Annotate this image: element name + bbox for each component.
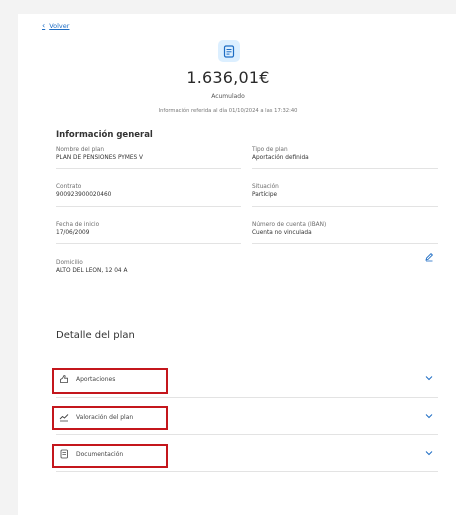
field-address: Domicilio ALTO DEL LEON, 12 04 A bbox=[56, 260, 127, 274]
chevron-down-icon bbox=[425, 414, 433, 419]
field-start-date: Fecha de inicio 17/06/2009 bbox=[56, 222, 99, 236]
field-label: Situación bbox=[252, 184, 279, 190]
field-value: Cuenta no vinculada bbox=[252, 230, 312, 236]
divider bbox=[252, 243, 438, 244]
accumulated-label: Acumulado bbox=[211, 93, 245, 100]
general-info-title: Información general bbox=[56, 130, 153, 140]
chevron-down-icon bbox=[425, 376, 433, 381]
plan-document-icon bbox=[218, 40, 240, 62]
divider bbox=[56, 397, 438, 398]
field-value: ALTO DEL LEON, 12 04 A bbox=[56, 268, 128, 274]
highlight-box-documentation bbox=[52, 444, 168, 468]
field-label: Número de cuenta (IBAN) bbox=[252, 222, 327, 228]
chevron-down-icon bbox=[425, 451, 433, 456]
field-label: Tipo de plan bbox=[252, 147, 288, 153]
field-label: Contrato bbox=[56, 184, 82, 190]
plan-detail-title: Detalle del plan bbox=[56, 330, 135, 341]
field-iban: Número de cuenta (IBAN) Cuenta no vincul… bbox=[252, 222, 326, 236]
field-status: Situación Partícipe bbox=[252, 184, 279, 198]
divider bbox=[56, 243, 241, 244]
field-label: Fecha de inicio bbox=[56, 222, 100, 228]
back-link[interactable]: ‹ Volver bbox=[42, 21, 69, 30]
field-label: Domicilio bbox=[56, 260, 83, 266]
accumulated-amount: 1.636,01€ bbox=[186, 68, 270, 87]
highlight-box-contributions bbox=[52, 368, 168, 394]
field-label: Nombre del plan bbox=[56, 147, 105, 153]
field-plan-name: Nombre del plan PLAN DE PENSIONES PYMES … bbox=[56, 147, 143, 161]
highlight-box-valuation bbox=[52, 406, 168, 430]
field-value: Aportación definida bbox=[252, 155, 309, 161]
divider bbox=[56, 471, 438, 472]
field-value: PLAN DE PENSIONES PYMES V bbox=[56, 155, 144, 161]
divider bbox=[56, 206, 241, 207]
field-value: 900923900020460 bbox=[56, 192, 112, 198]
field-contract: Contrato 900923900020460 bbox=[56, 184, 111, 198]
edit-pencil-icon[interactable] bbox=[424, 252, 434, 262]
divider bbox=[56, 434, 438, 435]
chevron-left-icon: ‹ bbox=[42, 21, 46, 30]
back-label: Volver bbox=[49, 21, 70, 30]
divider bbox=[252, 168, 438, 169]
field-value: Partícipe bbox=[252, 192, 278, 198]
field-plan-type: Tipo de plan Aportación definida bbox=[252, 147, 309, 161]
field-value: 17/06/2009 bbox=[56, 230, 90, 236]
divider bbox=[252, 206, 438, 207]
info-date: Información referida al día 01/10/2024 a… bbox=[158, 108, 298, 114]
divider bbox=[56, 168, 241, 169]
